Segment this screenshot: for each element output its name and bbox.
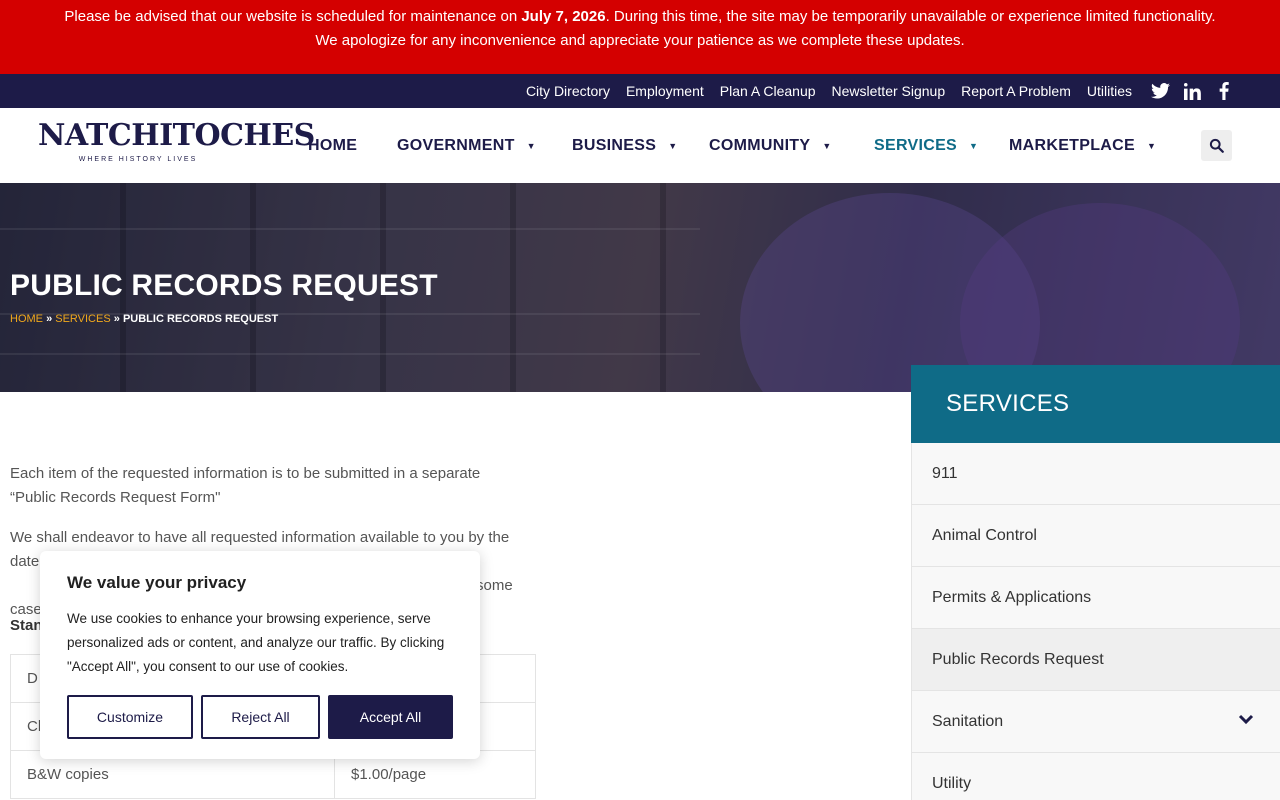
page-title: PUBLIC RECORDS REQUEST: [10, 269, 438, 302]
caret-down-icon: ▼: [526, 140, 536, 151]
content-paragraph-2-tail: some: [476, 577, 513, 594]
site-header: NATCHITOCHES WHERE HISTORY LIVES HOME GO…: [0, 108, 1280, 183]
nav-marketplace[interactable]: MARKETPLACE ▼: [1009, 108, 1156, 183]
breadcrumb-separator: »: [113, 313, 120, 325]
content-paragraph-1: Each item of the requested information i…: [10, 465, 481, 506]
utility-links: City Directory Employment Plan A Cleanup…: [526, 74, 1132, 108]
sidebar-item-public-records-request[interactable]: Public Records Request: [911, 629, 1280, 691]
breadcrumb-current: PUBLIC RECORDS REQUEST: [122, 313, 279, 325]
sidebar-heading: SERVICES: [911, 365, 1280, 443]
sidebar-item-label: Animal Control: [932, 526, 1037, 544]
nav-business[interactable]: BUSINESS ▼: [572, 108, 677, 183]
nav-community[interactable]: COMMUNITY ▼: [709, 108, 832, 183]
twitter-icon[interactable]: [1150, 81, 1170, 101]
maintenance-line-2: We apologize for any inconvenience and a…: [315, 32, 965, 49]
cookie-body: We use cookies to enhance your browsing …: [67, 611, 445, 674]
maintenance-banner: Please be advised that our website is sc…: [0, 0, 1280, 74]
sidebar-item-animal-control[interactable]: Animal Control: [911, 505, 1280, 567]
search-icon: [1209, 138, 1224, 153]
nav-business-label: BUSINESS: [572, 136, 657, 154]
maintenance-text-post: . During this time, the site may be temp…: [605, 8, 1216, 25]
link-utilities[interactable]: Utilities: [1087, 83, 1132, 99]
search-button[interactable]: [1201, 130, 1232, 161]
sidebar-item-label: Sanitation: [932, 712, 1004, 730]
sidebar-item-label: 911: [932, 464, 958, 482]
customize-button[interactable]: Customize: [67, 695, 193, 739]
linkedin-icon[interactable]: [1182, 81, 1202, 101]
caret-down-icon: ▼: [668, 140, 678, 151]
sidebar-item-911[interactable]: 911: [911, 443, 1280, 505]
sidebar-item-label: Utility: [932, 774, 972, 792]
nav-home[interactable]: HOME: [308, 108, 357, 183]
caret-down-icon: ▼: [822, 140, 832, 151]
accept-all-button[interactable]: Accept All: [328, 695, 453, 739]
breadcrumb-home[interactable]: HOME: [10, 313, 43, 325]
nav-marketplace-label: MARKETPLACE: [1009, 136, 1135, 154]
maintenance-line-1: Please be advised that our website is sc…: [0, 5, 1280, 29]
nav-home-label: HOME: [308, 136, 358, 154]
nav-government[interactable]: GOVERNMENT ▼: [397, 108, 536, 183]
link-city-directory[interactable]: City Directory: [526, 83, 610, 99]
nav-services[interactable]: SERVICES ▼: [874, 108, 978, 183]
maintenance-date: July 7, 2026: [521, 8, 606, 25]
cookie-title: We value your privacy: [67, 573, 247, 592]
social-links: [1150, 74, 1234, 108]
sidebar-item-label: Permits & Applications: [932, 588, 1092, 606]
breadcrumb: HOME » SERVICES » PUBLIC RECORDS REQUEST: [10, 313, 278, 325]
breadcrumb-services[interactable]: SERVICES: [55, 313, 110, 325]
cookie-consent-dialog: We value your privacy We use cookies to …: [40, 551, 480, 759]
link-employment[interactable]: Employment: [626, 83, 704, 99]
sidebar-item-label: Public Records Request: [932, 650, 1104, 668]
utility-bar: City Directory Employment Plan A Cleanup…: [0, 74, 1280, 108]
hero-banner: PUBLIC RECORDS REQUEST HOME » SERVICES »…: [0, 183, 1280, 392]
facebook-icon[interactable]: [1214, 81, 1234, 101]
caret-down-icon: ▼: [1146, 140, 1157, 151]
sidebar-menu: 911 Animal Control Permits & Application…: [911, 443, 1280, 800]
caret-down-icon: ▼: [969, 140, 979, 151]
cookie-buttons: Customize Reject All Accept All: [67, 695, 453, 739]
nav-government-label: GOVERNMENT: [397, 136, 515, 154]
nav-services-label: SERVICES: [874, 136, 958, 154]
sidebar-item-permits-applications[interactable]: Permits & Applications: [911, 567, 1280, 629]
chevron-down-icon[interactable]: [1238, 713, 1254, 731]
link-newsletter-signup[interactable]: Newsletter Signup: [832, 83, 946, 99]
link-report-a-problem[interactable]: Report A Problem: [961, 83, 1071, 99]
breadcrumb-separator: »: [46, 313, 53, 325]
link-plan-a-cleanup[interactable]: Plan A Cleanup: [720, 83, 816, 99]
nav-community-label: COMMUNITY: [709, 136, 811, 154]
main-nav: HOME GOVERNMENT ▼ BUSINESS ▼ COMMUNITY ▼…: [0, 108, 1280, 183]
maintenance-text-pre: Please be advised that our website is sc…: [64, 8, 522, 25]
reject-all-button[interactable]: Reject All: [201, 695, 320, 739]
sidebar-item-utility[interactable]: Utility: [911, 753, 1280, 800]
sidebar-item-sanitation[interactable]: Sanitation: [911, 691, 1280, 753]
fees-heading: Stan: [10, 617, 43, 634]
